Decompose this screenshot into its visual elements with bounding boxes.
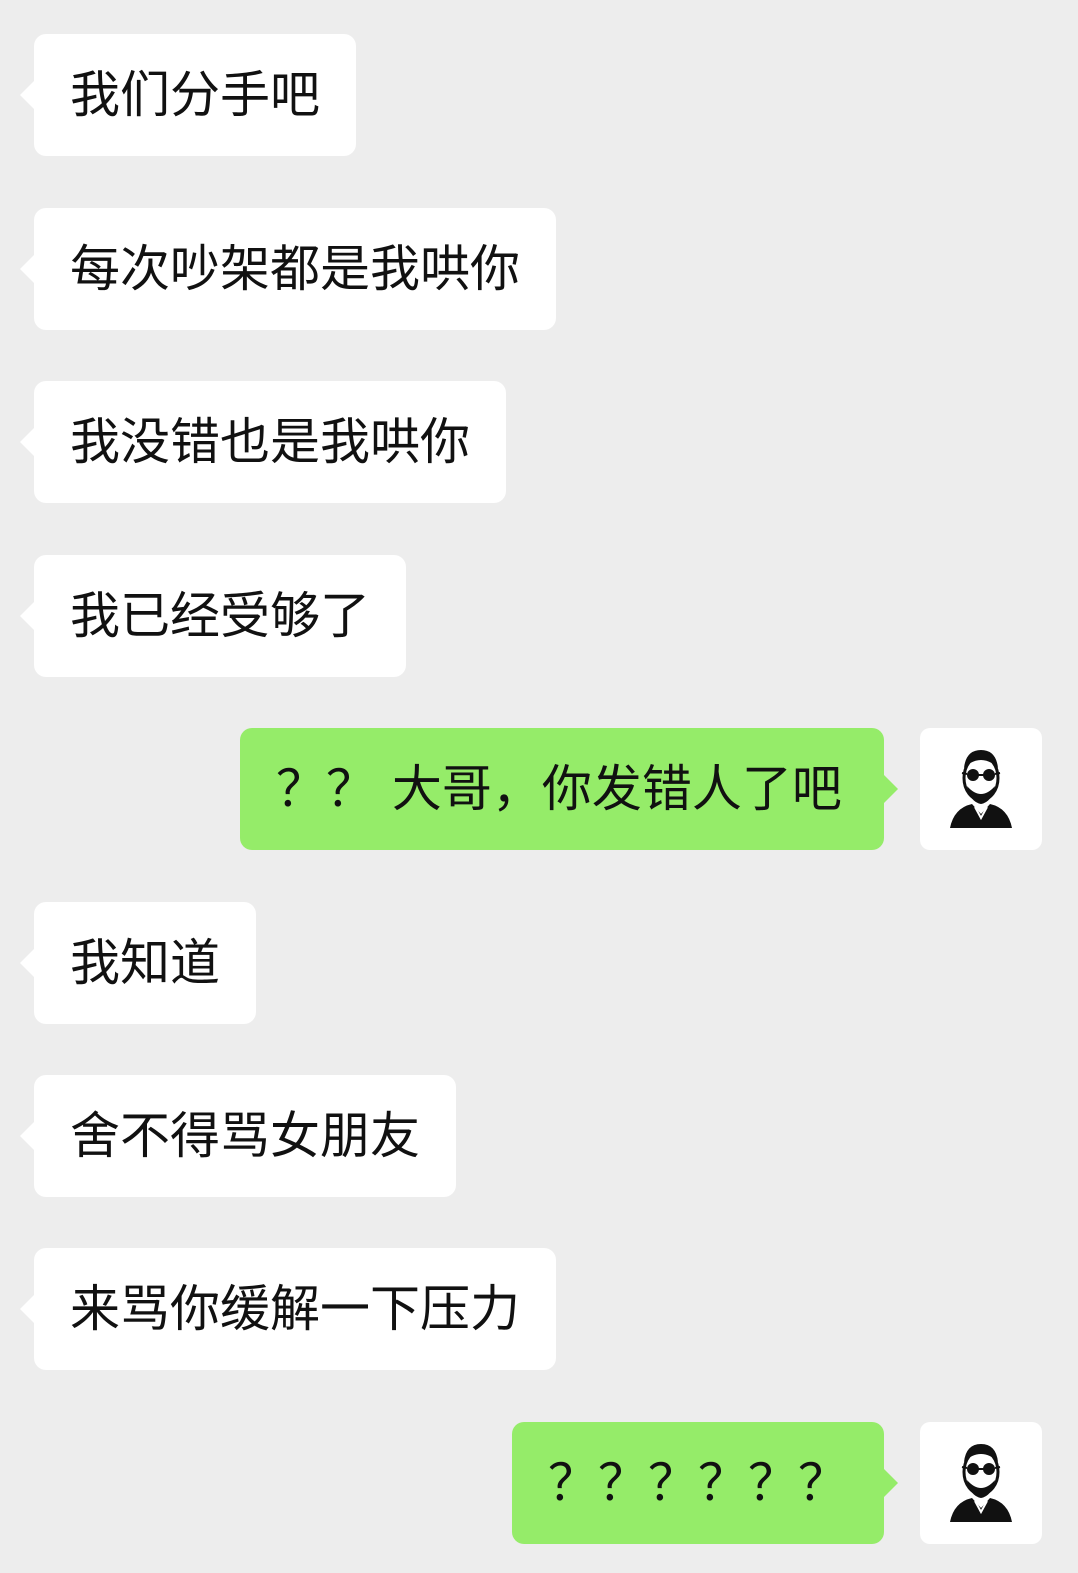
outgoing-message-bubble[interactable]: ？？？？？？: [512, 1422, 898, 1544]
message-text: 每次吵架都是我哄你: [70, 240, 520, 298]
incoming-message-bubble[interactable]: 我没错也是我哄你: [20, 381, 506, 503]
man-with-sunglasses-icon: [950, 750, 1012, 828]
message-text: 我没错也是我哄你: [70, 413, 470, 471]
outgoing-message-bubble[interactable]: ？？ 大哥，你发错人了吧: [240, 728, 898, 850]
incoming-message-bubble[interactable]: 每次吵架都是我哄你: [20, 208, 556, 330]
message-text: 舍不得骂女朋友: [70, 1107, 420, 1165]
message-text: 我已经受够了: [70, 587, 370, 645]
incoming-message-bubble[interactable]: 舍不得骂女朋友: [20, 1075, 456, 1197]
message-text: 我知道: [70, 934, 220, 992]
avatar[interactable]: [920, 1422, 1042, 1544]
incoming-message-bubble[interactable]: 我已经受够了: [20, 555, 406, 677]
man-with-sunglasses-icon: [950, 1444, 1012, 1522]
message-text: 我们分手吧: [70, 66, 320, 124]
incoming-message-bubble[interactable]: 我知道: [20, 902, 256, 1024]
message-text: 来骂你缓解一下压力: [70, 1280, 520, 1338]
message-text: ？？？？？？: [548, 1454, 848, 1512]
incoming-message-bubble[interactable]: 我们分手吧: [20, 34, 356, 156]
message-text: ？？ 大哥，你发错人了吧: [276, 760, 842, 818]
avatar[interactable]: [920, 728, 1042, 850]
incoming-message-bubble[interactable]: 来骂你缓解一下压力: [20, 1248, 556, 1370]
